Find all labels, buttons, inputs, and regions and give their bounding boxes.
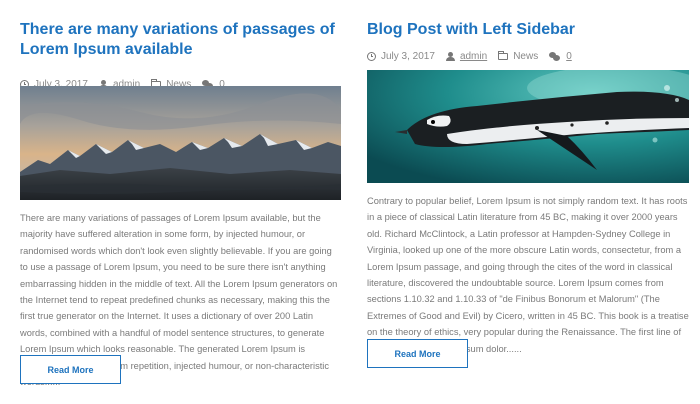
- clock-icon: [367, 51, 376, 61]
- blog-post-card: Blog Post with Left Sidebar July 3, 2017…: [367, 0, 689, 368]
- read-more-button[interactable]: Read More: [367, 339, 468, 368]
- post-title[interactable]: Blog Post with Left Sidebar: [367, 20, 689, 40]
- author-link[interactable]: admin: [460, 51, 487, 62]
- read-more-button[interactable]: Read More: [20, 355, 121, 384]
- post-comments: 0: [549, 51, 572, 62]
- mountain-landscape-image: [20, 86, 341, 200]
- post-category: News: [498, 51, 538, 62]
- post-excerpt: Contrary to popular belief, Lorem Ipsum …: [367, 196, 689, 354]
- penguin-underwater-image: [367, 70, 689, 183]
- post-thumbnail-penguin[interactable]: [367, 70, 689, 183]
- post-title[interactable]: There are many variations of passages of…: [20, 20, 342, 60]
- comments-icon: [549, 51, 561, 61]
- post-meta: July 3, 2017 admin News 0: [367, 49, 689, 63]
- post-date: July 3, 2017: [367, 51, 435, 62]
- folder-icon: [498, 51, 509, 60]
- category-link[interactable]: News: [513, 51, 538, 62]
- post-author: admin: [445, 51, 487, 62]
- user-icon: [445, 51, 455, 61]
- post-thumbnail-mountains[interactable]: [20, 86, 341, 200]
- comments-link[interactable]: 0: [566, 51, 572, 62]
- post-date-text: July 3, 2017: [381, 50, 435, 62]
- blog-post-card: There are many variations of passages of…: [20, 0, 342, 387]
